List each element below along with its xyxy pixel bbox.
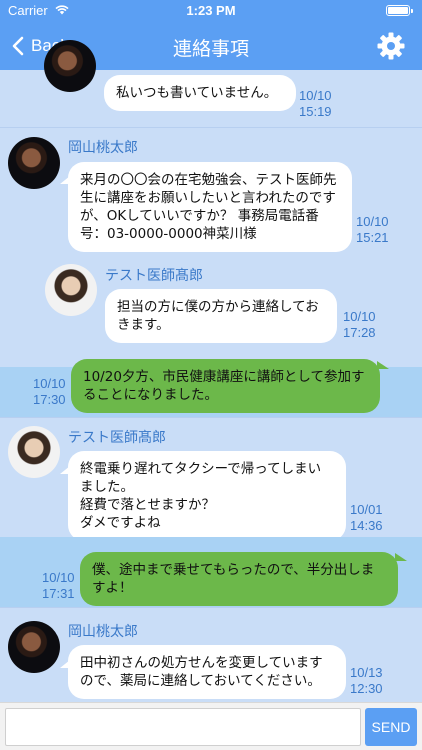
sender-name: 岡山桃太郎 [68, 624, 138, 640]
bubble-tail [377, 361, 389, 369]
message-bubble: 来月の〇〇会の在宅勉強会、テスト医師先生に講座をお願いしたいと言われたのですが、… [68, 162, 352, 252]
message-bubble: 私いつも書いていません。 [104, 75, 296, 111]
avatar [8, 137, 60, 189]
page-title: 連絡事項 [172, 38, 249, 60]
message-row: 岡山桃太郎 田中初さんの処方せんを変更していますので、薬局に連絡しておいてくださ… [0, 607, 422, 702]
message-time: 17:31 [42, 586, 75, 601]
message-time: 14:36 [350, 518, 383, 533]
sender-name: テスト医師髙郎 [68, 430, 166, 446]
message-row: 10/10 17:30 10/20夕方、市民健康講座に講師として参加することにな… [0, 359, 422, 417]
message-date: 10/10 [356, 214, 389, 229]
sender-name: 岡山桃太郎 [68, 140, 138, 156]
message-time: 12:30 [350, 681, 383, 696]
avatar [45, 264, 97, 316]
clock: 1:23 PM [186, 3, 236, 18]
message-row: 10/10 17:31 僕、途中まで乗せてもらったので、半分出しますよ！ [0, 537, 422, 607]
message-bubble: 僕、途中まで乗せてもらったので、半分出しますよ！ [80, 552, 398, 606]
message-bubble: 田中初さんの処方せんを変更していますので、薬局に連絡しておいてください。 [68, 645, 346, 699]
message-date: 10/13 [350, 665, 383, 680]
message-time: 17:30 [33, 392, 66, 407]
message-date: 10/01 [350, 502, 383, 517]
send-button[interactable]: SEND [365, 708, 417, 746]
message-timestamp: 10/13 12:30 [350, 665, 383, 697]
message-bubble: 担当の方に僕の方から連絡しておきます。 [105, 289, 337, 343]
message-date: 10/10 [42, 570, 75, 585]
message-timestamp: 10/10 17:28 [343, 309, 376, 341]
message-row: テスト医師髙郎 終電乗り遅れてタクシーで帰ってしまいました。 経費で落とせますか… [0, 417, 422, 541]
message-time: 17:28 [343, 325, 376, 340]
avatar [44, 40, 96, 92]
sender-name: テスト医師髙郎 [105, 268, 203, 284]
message-date: 10/10 [343, 309, 376, 324]
composer-bar: SEND [0, 702, 422, 750]
message-bubble: 10/20夕方、市民健康講座に講師として参加することになりました。 [71, 359, 380, 413]
message-timestamp: 10/10 17:30 [33, 376, 66, 408]
message-input[interactable] [5, 708, 361, 746]
message-time: 15:21 [356, 230, 389, 245]
battery-icon [386, 5, 413, 16]
avatar [8, 621, 60, 673]
message-row: 岡山桃太郎 来月の〇〇会の在宅勉強会、テスト医師先生に講座をお願いしたいと言われ… [0, 127, 422, 367]
message-row: 私いつも書いていません。 10/10 15:19 [0, 40, 422, 127]
bubble-tail [395, 553, 407, 561]
status-bar: Carrier 1:23 PM [0, 0, 422, 22]
message-timestamp: 10/10 17:31 [42, 570, 75, 602]
gear-icon[interactable] [376, 31, 406, 61]
message-time: 15:19 [299, 104, 332, 119]
message-bubble: 終電乗り遅れてタクシーで帰ってしまいました。 経費で落とせますか？ ダメですよね [68, 451, 346, 541]
message-date: 10/10 [299, 88, 332, 103]
message-timestamp: 10/10 15:21 [356, 214, 389, 246]
chevron-left-icon [12, 36, 24, 56]
message-date: 10/10 [33, 376, 66, 391]
avatar [8, 426, 60, 478]
message-timestamp: 10/01 14:36 [350, 502, 383, 534]
message-timestamp: 10/10 15:19 [299, 88, 332, 120]
